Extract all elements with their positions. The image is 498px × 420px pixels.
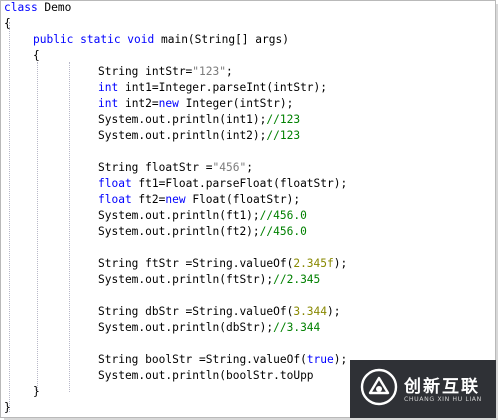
code-line-1: class Demo: [4, 0, 71, 16]
code-text: System.out.println(dbStr);: [98, 321, 274, 334]
code-text: System.out.println(boolStr.toUpp: [98, 369, 314, 382]
open-brace: {: [33, 49, 40, 62]
keyword: int: [98, 81, 119, 94]
code-text: int2=: [118, 97, 159, 110]
code-text: int1=Integer.parseInt(intStr);: [118, 81, 328, 94]
code-text: String boolStr =String.valueOf(: [98, 353, 307, 366]
code-line-22: }: [4, 400, 11, 416]
code-line-2: {: [4, 16, 11, 32]
string-literal: "123": [192, 65, 226, 78]
comment: //3.344: [273, 321, 321, 334]
code-line-4: {: [33, 48, 40, 64]
code-text: Integer(intStr);: [178, 97, 294, 110]
keyword: new: [158, 97, 179, 110]
keyword: true: [306, 353, 334, 366]
code-line-3: public static void main(String[] args): [33, 32, 289, 48]
comment: //2.345: [273, 273, 321, 286]
code-text: );: [327, 305, 341, 318]
code-line-16: System.out.println(ftStr);//2.345: [98, 272, 320, 288]
code-text: Float(floatStr);: [185, 193, 301, 206]
indent-guide: [9, 22, 10, 412]
code-text: main(String[] args): [154, 33, 289, 46]
code-text: ;: [225, 65, 233, 78]
code-line-12: float ft2=new Float(floatStr);: [98, 192, 300, 208]
keyword: float: [98, 193, 132, 206]
code-line-7: int int2=new Integer(intStr);: [98, 96, 293, 112]
code-text: );: [333, 353, 348, 366]
code-line-17: String dbStr =String.valueOf(3.344);: [98, 304, 341, 320]
comment: //456.0: [259, 209, 307, 222]
code-text: String intStr=: [98, 65, 193, 78]
comment: //123: [266, 129, 301, 142]
keyword: class: [4, 1, 38, 14]
code-line-21: }: [33, 384, 40, 400]
code-line-10: String floatStr ="456";: [98, 160, 253, 176]
close-brace: }: [4, 401, 11, 414]
code-text: System.out.println(ftStr);: [98, 273, 274, 286]
keyword: int: [98, 97, 119, 110]
keyword: new: [165, 193, 186, 206]
code-line-19: String boolStr =String.valueOf(true);: [98, 352, 347, 368]
code-text: System.out.println(int1);: [98, 113, 267, 126]
code-text: System.out.println(ft1);: [98, 209, 260, 222]
keyword: public static void: [33, 33, 155, 46]
close-brace: }: [33, 385, 40, 398]
code-text: Demo: [37, 1, 72, 14]
code-text: ;: [246, 161, 253, 174]
code-line-13: System.out.println(ft1);//456.0: [98, 208, 307, 224]
indent-guide: [37, 62, 38, 392]
comment: //456.0: [259, 225, 307, 238]
code-line-6: int int1=Integer.parseInt(intStr);: [98, 80, 327, 96]
code-line-9: System.out.println(int2);//123: [98, 128, 300, 144]
code-text: ft1=Float.parseFloat(floatStr);: [131, 177, 348, 190]
watermark-title: 创新互联: [404, 377, 480, 397]
comment: //123: [266, 113, 301, 126]
code-text: String floatStr =: [98, 161, 213, 174]
code-line-15: String ftStr =String.valueOf(2.345f);: [98, 256, 347, 272]
code-line-14: System.out.println(ft2);//456.0: [98, 224, 307, 240]
code-line-18: System.out.println(dbStr);//3.344: [98, 320, 320, 336]
code-line-20: System.out.println(boolStr.toUpp: [98, 368, 314, 384]
code-text: );: [333, 257, 348, 270]
code-text: String dbStr =String.valueOf(: [98, 305, 294, 318]
code-text: String ftStr =String.valueOf(: [98, 257, 294, 270]
code-line-11: float ft1=Float.parseFloat(floatStr);: [98, 176, 347, 192]
brand-logo-icon: [360, 368, 398, 406]
code-text: ft2=: [131, 193, 166, 206]
keyword: float: [98, 177, 132, 190]
watermark-subtitle: CHUANG XIN HU LIAN: [404, 396, 482, 403]
indent-guide: [69, 62, 70, 392]
number-literal: 2.345f: [293, 257, 334, 270]
code-text: System.out.println(int2);: [98, 129, 267, 142]
number-literal: 3.344: [293, 305, 328, 318]
code-text: System.out.println(ft2);: [98, 225, 260, 238]
code-line-5: String intStr="123";: [98, 64, 233, 80]
open-brace: {: [4, 17, 11, 30]
code-line-8: System.out.println(int1);//123: [98, 112, 300, 128]
watermark-badge: 创新互联 CHUANG XIN HU LIAN: [350, 360, 496, 418]
string-literal: "456": [212, 161, 247, 174]
